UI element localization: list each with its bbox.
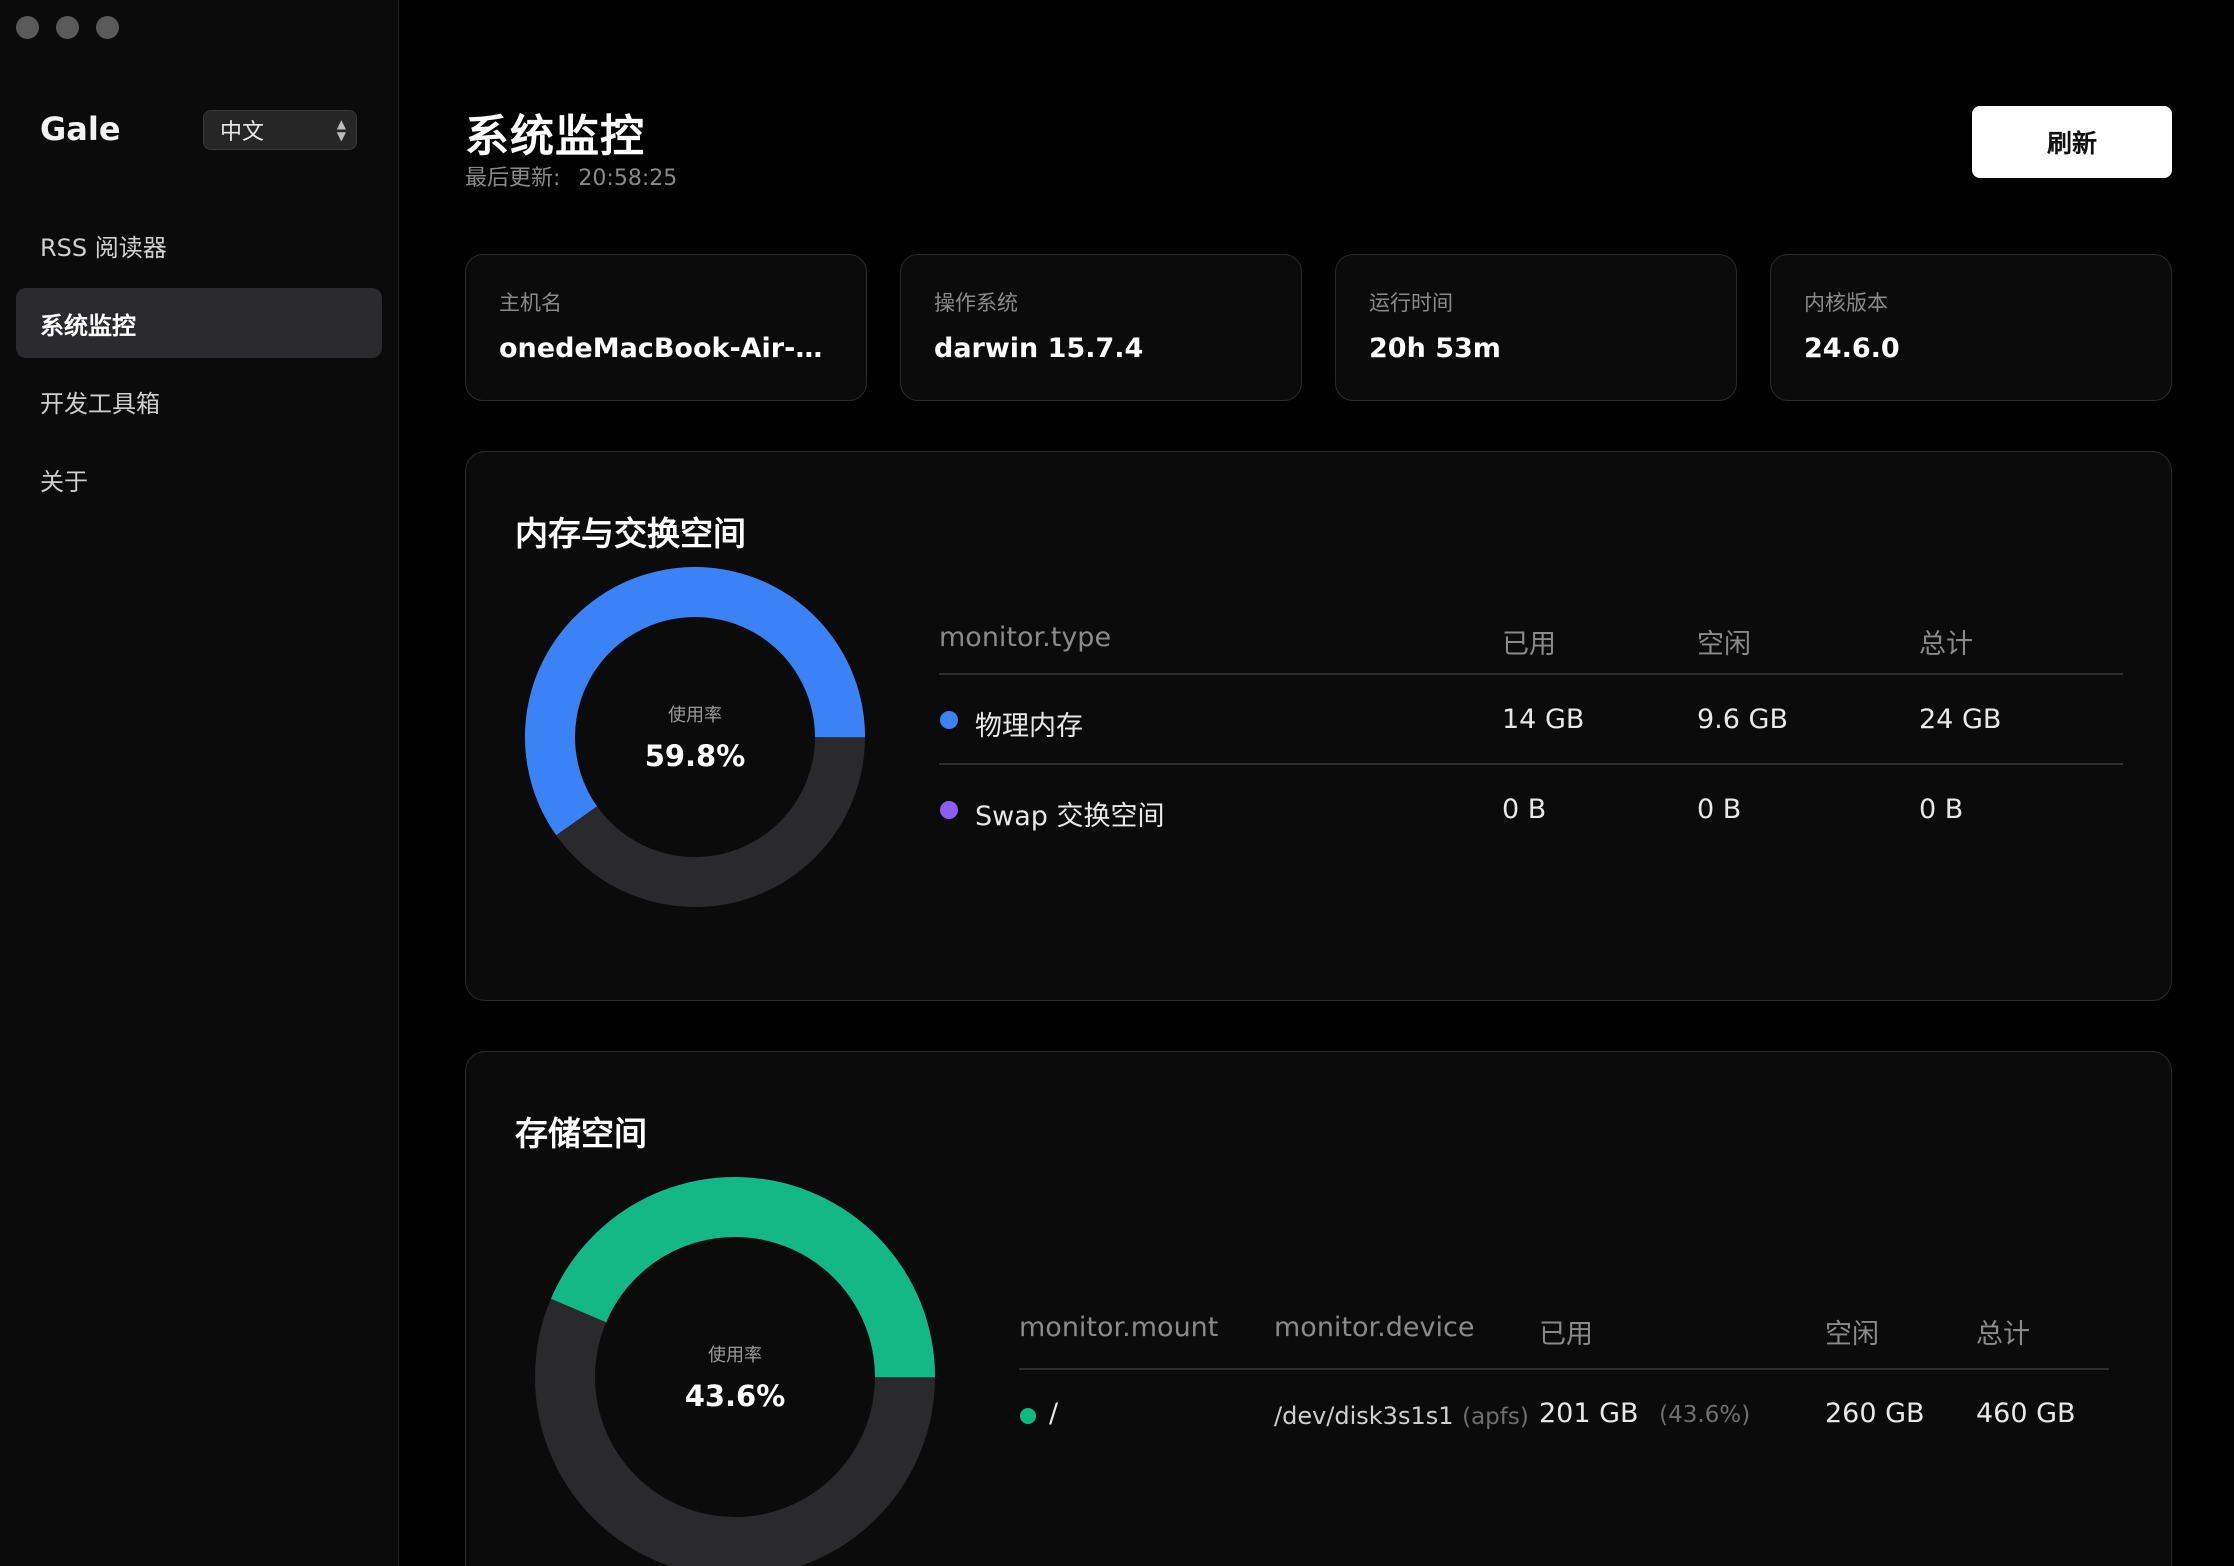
stat-value: 20h 53m <box>1369 333 1501 364</box>
column-header-device: monitor.device <box>1274 1312 1475 1343</box>
memory-panel-title: 内存与交换空间 <box>515 514 746 553</box>
last-updated-label: 最后更新: <box>465 166 561 191</box>
column-header-total: 总计 <box>1919 629 1973 660</box>
row-used: 201 GB (43.6%) <box>1539 1398 1750 1429</box>
page-title: 系统监控 <box>465 111 645 162</box>
stat-label: 操作系统 <box>934 291 1018 315</box>
app-brand: Gale <box>40 110 121 148</box>
row-device: /dev/disk3s1s1 (apfs) <box>1274 1400 1529 1431</box>
row-free: 9.6 GB <box>1697 704 1788 735</box>
stat-card-os: 操作系统 darwin 15.7.4 <box>900 254 1302 401</box>
sidebar-item-about[interactable]: 关于 <box>16 444 382 514</box>
column-header-used: 已用 <box>1502 629 1556 660</box>
sidebar-item-rss-reader[interactable]: RSS 阅读器 <box>16 210 382 280</box>
sidebar-item-system-monitor[interactable]: 系统监控 <box>16 288 382 358</box>
last-updated-time: 20:58:25 <box>578 166 678 191</box>
minimize-window-button[interactable] <box>56 16 79 39</box>
sidebar: Gale 中文 ▲ ▼ RSS 阅读器 系统监控 开发工具箱 关于 <box>0 0 399 1566</box>
series-dot <box>940 711 958 729</box>
row-free: 0 B <box>1697 794 1742 825</box>
column-header-free: 空闲 <box>1697 629 1751 660</box>
stat-card-hostname: 主机名 onedeMacBook-Air-4.l... <box>465 254 867 401</box>
row-used: 14 GB <box>1502 704 1585 735</box>
chevron-updown-icon: ▲ ▼ <box>336 117 346 143</box>
table-header-divider <box>1019 1368 2109 1370</box>
stat-value: onedeMacBook-Air-4.l... <box>499 333 833 364</box>
row-type: 物理内存 <box>975 711 1083 742</box>
used-percent: (43.6%) <box>1659 1402 1751 1428</box>
usage-percent: 43.6% <box>684 1379 786 1413</box>
sidebar-item-dev-toolbox[interactable]: 开发工具箱 <box>16 366 382 436</box>
storage-panel: 存储空间 使用率 43.6% monitor.mount monitor.dev… <box>465 1051 2172 1566</box>
series-dot <box>1020 1408 1036 1424</box>
usage-percent: 59.8% <box>644 739 746 773</box>
used-value: 201 GB <box>1539 1398 1639 1429</box>
row-total: 0 B <box>1919 794 1964 825</box>
memory-table: monitor.type 已用 空闲 总计 物理内存 14 GB 9.6 GB … <box>939 622 2129 882</box>
series-dot <box>940 801 958 819</box>
row-type: Swap 交换空间 <box>975 801 1165 832</box>
stat-card-uptime: 运行时间 20h 53m <box>1335 254 1737 401</box>
storage-table: monitor.mount monitor.device 已用 空闲 总计 / … <box>1019 1312 2129 1462</box>
close-window-button[interactable] <box>16 16 39 39</box>
row-total: 24 GB <box>1919 704 2002 735</box>
column-header-type: monitor.type <box>939 622 1112 653</box>
stat-label: 主机名 <box>499 291 562 315</box>
language-select-value: 中文 <box>220 120 265 145</box>
storage-panel-title: 存储空间 <box>515 1114 647 1153</box>
sidebar-item-label: 开发工具箱 <box>40 389 160 418</box>
stat-label: 运行时间 <box>1369 291 1453 315</box>
usage-caption: 使用率 <box>668 705 722 726</box>
window-controls <box>16 16 119 39</box>
row-total: 460 GB <box>1976 1398 2076 1429</box>
column-header-total: 总计 <box>1976 1319 2030 1350</box>
row-mount: / <box>1049 1398 1059 1429</box>
donut-center: 使用率 43.6% <box>534 1176 936 1566</box>
sidebar-nav: RSS 阅读器 系统监控 开发工具箱 关于 <box>16 210 382 522</box>
row-free: 260 GB <box>1825 1398 1925 1429</box>
column-header-used: 已用 <box>1539 1319 1593 1350</box>
stat-card-kernel: 内核版本 24.6.0 <box>1770 254 2172 401</box>
stat-label: 内核版本 <box>1804 291 1888 315</box>
memory-donut-chart: 使用率 59.8% <box>524 566 866 908</box>
refresh-button[interactable]: 刷新 <box>1972 106 2172 178</box>
sidebar-item-label: 系统监控 <box>40 311 136 340</box>
device-path: /dev/disk3s1s1 <box>1274 1402 1454 1430</box>
storage-donut-chart: 使用率 43.6% <box>534 1176 936 1566</box>
device-fs: (apfs) <box>1462 1404 1529 1430</box>
sidebar-item-label: 关于 <box>40 467 88 496</box>
table-row-divider <box>939 763 2123 765</box>
last-updated: 最后更新: 20:58:25 <box>465 160 677 192</box>
usage-caption: 使用率 <box>708 1345 762 1366</box>
sidebar-item-label: RSS 阅读器 <box>40 233 167 262</box>
row-used: 0 B <box>1502 794 1547 825</box>
stat-value: 24.6.0 <box>1804 333 1900 364</box>
column-header-mount: monitor.mount <box>1019 1312 1219 1343</box>
stat-value: darwin 15.7.4 <box>934 333 1144 364</box>
column-header-free: 空闲 <box>1825 1319 1879 1350</box>
zoom-window-button[interactable] <box>96 16 119 39</box>
table-header-divider <box>939 673 2123 675</box>
memory-panel: 内存与交换空间 使用率 59.8% monitor.type 已用 空闲 总计 … <box>465 451 2172 1001</box>
donut-center: 使用率 59.8% <box>524 566 866 908</box>
language-select[interactable]: 中文 ▲ ▼ <box>203 110 357 150</box>
